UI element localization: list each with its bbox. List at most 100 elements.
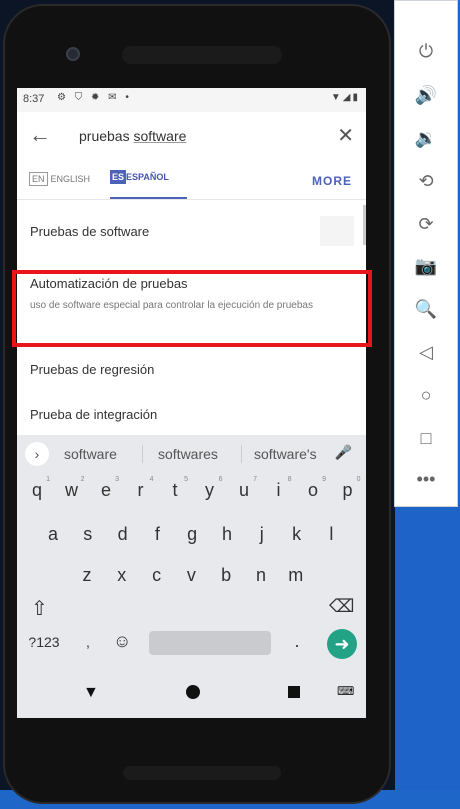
key-x[interactable]: x [107,565,137,586]
key-label: c [152,565,162,585]
nav-recents-icon[interactable] [288,686,300,698]
key-o[interactable]: o9 [298,476,328,501]
close-icon[interactable]: ✕ [337,123,354,148]
key-d[interactable]: d [108,524,138,545]
rotate-right-icon[interactable]: ⟳ [395,214,457,235]
scrollbar[interactable] [363,205,366,245]
key-label: l [329,524,334,544]
key-label: y [205,480,214,500]
symbols-key[interactable]: ?123 [27,634,61,650]
list-item[interactable]: Pruebas de software [30,224,149,239]
key-hint: 5 [184,476,188,483]
overview-icon[interactable]: □ [395,428,457,449]
active-tab-indicator [110,197,187,199]
key-hint: 1 [46,476,50,483]
key-p[interactable]: p0 [333,476,363,501]
result-thumbnail [320,216,354,246]
suggestion-strip: › software softwares software's 🎤 [17,435,366,473]
spanish-badge: ES [110,170,127,184]
key-n[interactable]: n [246,565,276,586]
query-text: pruebas [79,128,134,144]
key-label: t [172,480,178,500]
query-underlined-word: software [133,128,187,144]
rotate-left-icon[interactable]: ⟲ [395,171,457,192]
key-c[interactable]: c [142,565,172,586]
key-w[interactable]: w2 [57,476,87,501]
key-label: j [259,524,264,544]
key-hint: 8 [287,476,292,483]
key-label: x [117,565,127,585]
more-languages-button[interactable]: MORE [312,174,352,188]
key-t[interactable]: t5 [160,476,190,501]
status-notification-icons: ⚙ ⛉ ✹ ✉ • [57,92,132,103]
key-hint: 7 [253,476,257,483]
list-item[interactable]: Prueba de integración [30,407,157,422]
key-r[interactable]: r4 [126,476,156,501]
key-j[interactable]: j [247,524,277,545]
navigation-bar: ▼ ⌨ [17,670,366,718]
key-f[interactable]: f [142,524,172,545]
suggestion[interactable]: software [64,446,117,462]
key-q[interactable]: q1 [22,476,52,501]
key-v[interactable]: v [176,565,206,586]
key-y[interactable]: y6 [195,476,225,501]
tab-spanish[interactable]: ES ESPAÑOL [110,170,169,184]
volume-down-icon[interactable]: 🔉 [395,128,457,149]
power-icon[interactable]: ⏻ [395,41,457,62]
shift-key[interactable]: ⇧ [31,596,48,621]
key-b[interactable]: b [211,565,241,586]
language-tabs: EN ENGLISH ES ESPAÑOL MORE [17,160,366,200]
emoji-icon[interactable]: ☺ [113,631,131,652]
camera-icon[interactable]: 📷 [395,256,457,277]
key-m[interactable]: m [281,565,311,586]
key-u[interactable]: u7 [229,476,259,501]
expand-suggestions-icon[interactable]: › [25,442,49,466]
spacebar[interactable] [149,631,271,655]
tab-english[interactable]: EN ENGLISH [29,172,90,186]
list-item[interactable]: Pruebas de regresión [30,362,154,377]
key-l[interactable]: l [316,524,346,545]
key-z[interactable]: z [72,565,102,586]
key-h[interactable]: h [212,524,242,545]
nav-home-icon[interactable] [186,685,200,699]
key-label: r [137,480,144,500]
status-time: 8:37 [23,93,45,105]
key-hint: 3 [115,476,119,483]
suggestion[interactable]: software's [254,446,317,462]
key-label: h [221,524,232,544]
key-a[interactable]: a [38,524,68,545]
key-label: g [187,524,198,544]
top-speaker [122,46,282,64]
suggestion-divider [142,445,143,463]
microphone-icon[interactable]: 🎤 [335,444,352,461]
back-icon[interactable]: ◁ [395,342,457,363]
search-input[interactable]: pruebas software [79,128,186,144]
key-e[interactable]: e3 [91,476,121,501]
key-label: w [65,480,78,500]
key-s[interactable]: s [73,524,103,545]
more-icon[interactable]: ••• [395,469,457,490]
spanish-label: ESPAÑOL [126,172,169,182]
keyboard-switch-icon[interactable]: ⌨ [337,684,354,698]
key-i[interactable]: i8 [264,476,294,501]
suggestion[interactable]: softwares [158,446,218,462]
enter-arrow-icon[interactable]: ➜ [327,629,357,659]
english-badge: EN [29,172,48,186]
key-label: k [292,524,302,544]
key-label: m [288,565,304,585]
key-k[interactable]: k [282,524,312,545]
volume-up-icon[interactable]: 🔊 [395,85,457,106]
backspace-key[interactable]: ⌫ [329,596,354,617]
period-key[interactable]: . [292,631,302,652]
highlight-box [12,270,372,347]
key-hint: 6 [218,476,223,483]
back-arrow-icon[interactable]: ← [29,122,51,148]
comma-key[interactable]: , [83,634,93,650]
key-g[interactable]: g [177,524,207,545]
key-label: i [276,480,281,500]
home-icon[interactable]: ○ [395,385,457,406]
zoom-icon[interactable]: 🔍 [395,299,457,320]
key-label: z [82,565,92,585]
key-hint: 0 [356,476,361,483]
nav-back-icon[interactable]: ▼ [83,684,99,702]
